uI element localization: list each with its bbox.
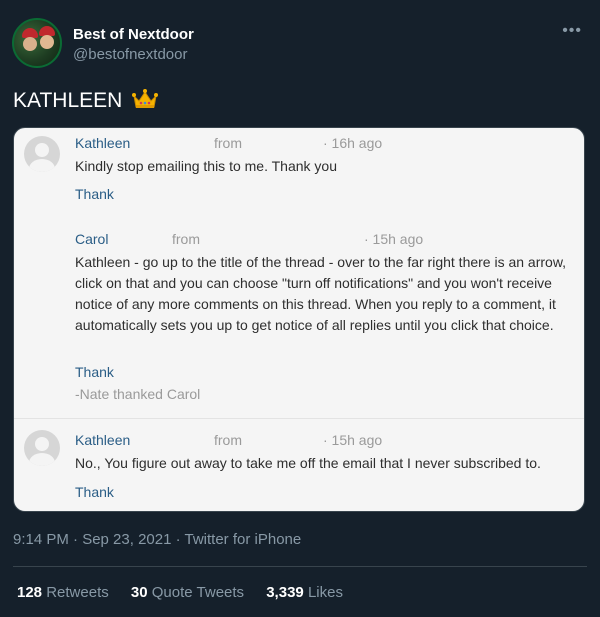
comment-time: · 15h ago (364, 231, 424, 247)
quote-tweets-count: 30 (130, 584, 148, 601)
tweet-stats: 128 Retweets 30 Quote Tweets 3,339 Likes (17, 584, 361, 601)
retweets-count: 128 (17, 584, 43, 601)
comment-from: from (172, 231, 200, 247)
avatar[interactable] (12, 18, 62, 68)
comment-text: Kindly stop emailing this to me. Thank y… (75, 158, 337, 174)
comment-text: Kathleen - go up to the title of the thr… (75, 254, 567, 333)
likes-label: Likes (307, 584, 343, 601)
comment-text: No., You figure out away to take me off … (75, 455, 541, 471)
comment-time: · 15h ago (323, 432, 383, 448)
comment-kathleen-1: Kathleen from · 16h ago Kindly stop emai… (14, 128, 584, 218)
display-name[interactable]: Best of Nextdoor (73, 26, 194, 43)
comment-author[interactable]: Kathleen (75, 135, 130, 151)
comment-time: · 16h ago (323, 135, 383, 151)
thank-link[interactable]: Thank (75, 186, 114, 202)
quote-tweets-label: Quote Tweets (151, 584, 245, 601)
retweets-label: Retweets (46, 584, 109, 601)
thank-link[interactable]: Thank (75, 364, 114, 380)
retweets-stat[interactable]: 128 Retweets (17, 584, 109, 601)
thanked-note: -Nate thanked Carol (75, 386, 201, 402)
divider (13, 566, 587, 567)
comment-author[interactable]: Kathleen (75, 432, 130, 448)
crown-icon (132, 88, 159, 116)
tweet-header: Best of Nextdoor @bestofnextdoor ••• (12, 18, 588, 70)
tweet-text: KATHLEEN (13, 88, 159, 116)
tweet-text-content: KATHLEEN (13, 89, 123, 112)
quote-tweets-stat[interactable]: 30 Quote Tweets (131, 584, 244, 601)
comment-author[interactable]: Carol (75, 231, 108, 247)
comment-from: from (214, 135, 242, 151)
comment-divider (14, 418, 584, 419)
user-avatar-icon (24, 136, 60, 172)
comment-carol: Carol from · 15h ago Kathleen - go up to… (14, 224, 584, 414)
comment-from: from (214, 432, 242, 448)
comment-kathleen-2: Kathleen from · 15h ago No., You figure … (14, 424, 584, 509)
more-icon[interactable]: ••• (562, 22, 582, 40)
nextdoor-screenshot[interactable]: Kathleen from · 16h ago Kindly stop emai… (13, 127, 585, 512)
likes-count: 3,339 (266, 584, 304, 601)
likes-stat[interactable]: 3,339 Likes (266, 584, 343, 601)
user-handle[interactable]: @bestofnextdoor (73, 46, 187, 63)
user-avatar-icon (24, 430, 60, 466)
tweet-timestamp[interactable]: 9:14 PM · Sep 23, 2021 · Twitter for iPh… (13, 531, 301, 548)
thank-link[interactable]: Thank (75, 484, 114, 500)
